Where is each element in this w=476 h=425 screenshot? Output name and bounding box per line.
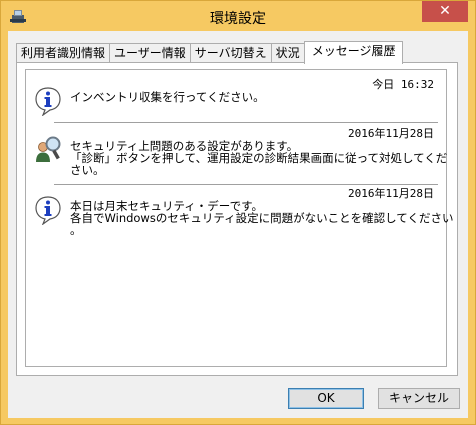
message-list[interactable]: 今日 16:32 インベントリ収集を行ってください。 2016年11月28日 セ… [25, 69, 454, 367]
message-date: 2016年11月28日 [348, 187, 434, 200]
message-line: さい。 [70, 163, 105, 177]
close-button[interactable]: ✕ [422, 1, 468, 22]
message-line: インベントリ収集を行ってください。 [70, 90, 265, 104]
message-date: 2016年11月28日 [348, 127, 434, 140]
title-bar[interactable]: 環境設定 ✕ [1, 1, 475, 31]
message-line: 。 [70, 223, 82, 237]
message-body: 本日は月末セキュリティ・デーです。 各自でWindowsのセキュリティ設定に問題… [70, 200, 454, 237]
message-body: インベントリ収集を行ってください。 [70, 91, 440, 103]
tab-server-switch[interactable]: サーバ切替え [189, 43, 272, 63]
dialog-client: 利用者識別情報 ユーザー情報 サーバ切替え 状況 メッセージ履歴 今日 16:3… [8, 31, 468, 418]
tab-status[interactable]: 状況 [270, 43, 305, 63]
settings-window: 環境設定 ✕ 利用者識別情報 ユーザー情報 サーバ切替え 状況 メッセージ履歴 … [0, 0, 476, 425]
tab-user-identification[interactable]: 利用者識別情報 [16, 43, 111, 63]
tab-strip: 利用者識別情報 ユーザー情報 サーバ切替え 状況 メッセージ履歴 [16, 41, 404, 64]
message-separator [54, 122, 438, 123]
cancel-button[interactable]: キャンセル [378, 388, 460, 409]
tab-user-info[interactable]: ユーザー情報 [109, 43, 191, 63]
ok-button[interactable]: OK [288, 388, 364, 409]
user-search-icon [36, 136, 61, 162]
info-icon [35, 196, 61, 225]
message-line: 「診断」ボタンを押して、運用設定の診断結果画面に従って対処してくだ [70, 151, 448, 165]
message-history-panel: 今日 16:32 インベントリ収集を行ってください。 2016年11月28日 セ… [16, 62, 458, 376]
info-icon [35, 87, 61, 116]
message-line: 各自でWindowsのセキュリティ設定に問題がないことを確認してください [70, 211, 454, 225]
window-title: 環境設定 [210, 11, 266, 27]
message-body: セキュリティ上問題のある設定があります。 「診断」ボタンを押して、運用設定の診断… [70, 140, 448, 177]
message-date: 今日 16:32 [372, 78, 434, 91]
tab-message-history[interactable]: メッセージ履歴 [303, 41, 404, 64]
